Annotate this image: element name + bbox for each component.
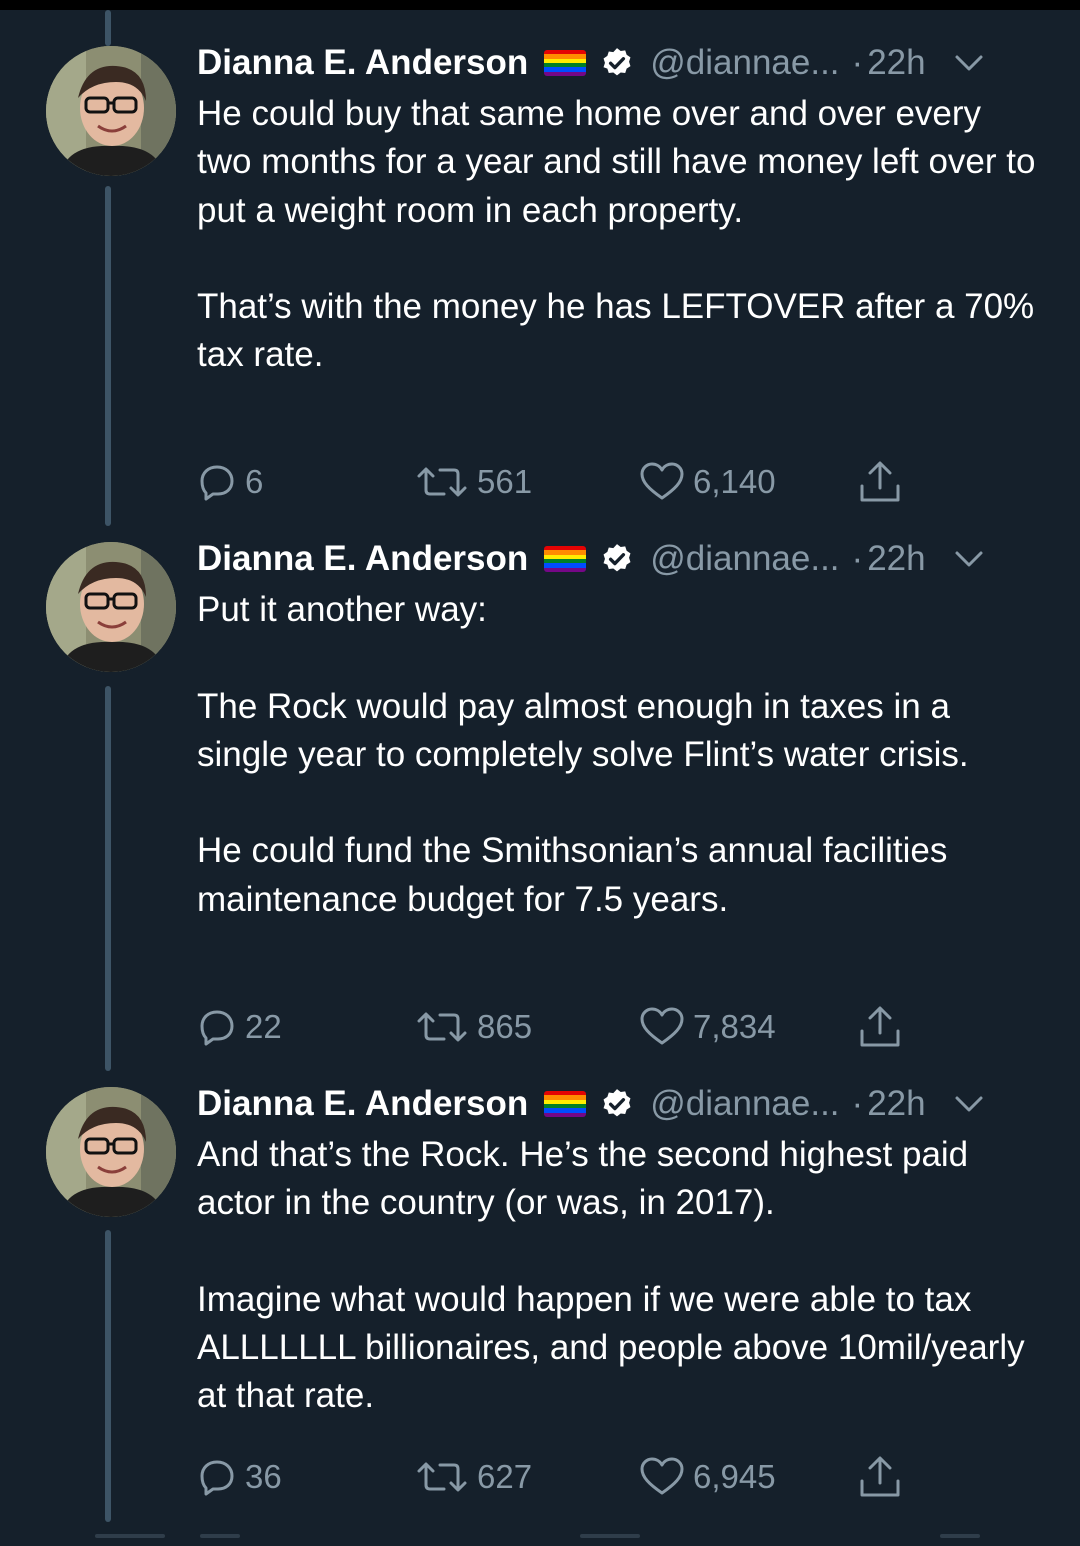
author-handle[interactable]: @diannae...	[650, 1084, 839, 1124]
reply-count: 22	[245, 1008, 282, 1045]
author-handle[interactable]: @diannae...	[650, 43, 839, 83]
retweet-button[interactable]: 865	[415, 1002, 532, 1052]
author-handle[interactable]: @diannae...	[650, 539, 839, 579]
retweet-count: 865	[477, 1008, 533, 1045]
reply-icon	[200, 1010, 234, 1046]
tweet[interactable]: Dianna E. Anderson @diannae... · 22h He …	[0, 40, 1080, 510]
retweet-icon	[417, 1462, 467, 1492]
share-button[interactable]	[857, 1002, 903, 1052]
tweet-actions: 6 561 6,140	[197, 457, 957, 507]
retweet-count: 627	[477, 1458, 533, 1495]
like-button[interactable]: 6,945	[639, 1452, 776, 1502]
author-name[interactable]: Dianna E. Anderson	[197, 1084, 528, 1124]
reply-icon	[200, 465, 234, 501]
like-count: 7,834	[693, 1008, 776, 1045]
tweet-actions: 36 627 6,945	[197, 1452, 957, 1502]
timestamp[interactable]: 22h	[867, 43, 925, 83]
timestamp[interactable]: 22h	[867, 1084, 925, 1124]
separator-dot: ·	[851, 1084, 864, 1123]
tweet-paragraph: He could fund the Smithsonian’s annual f…	[197, 831, 948, 919]
author-name[interactable]: Dianna E. Anderson	[197, 43, 528, 83]
retweet-count: 561	[477, 463, 533, 500]
tweet-paragraph: He could buy that same home over and ove…	[197, 94, 1036, 230]
chevron-down-icon[interactable]	[954, 549, 984, 569]
share-button[interactable]	[857, 457, 903, 507]
retweet-icon	[417, 1012, 467, 1042]
chevron-down-icon[interactable]	[954, 1094, 984, 1114]
tweet-header: Dianna E. Anderson @diannae... · 22h	[197, 536, 1050, 582]
heart-icon	[640, 1007, 684, 1045]
retweet-button[interactable]: 627	[415, 1452, 532, 1502]
timestamp[interactable]: 22h	[867, 539, 925, 579]
retweet-button[interactable]: 561	[415, 457, 532, 507]
tweet-actions: 22 865 7,834	[197, 1002, 957, 1052]
chevron-down-icon[interactable]	[954, 53, 984, 73]
tweet-paragraph: And that’s the Rock. He’s the second hig…	[197, 1135, 969, 1223]
like-count: 6,945	[693, 1458, 776, 1495]
separator-dot: ·	[851, 539, 864, 578]
rainbow-flag-icon	[544, 546, 587, 572]
reply-count: 6	[245, 463, 264, 500]
verified-badge-icon	[603, 1089, 631, 1117]
reply-button[interactable]: 36	[197, 1452, 282, 1502]
heart-icon	[640, 462, 684, 500]
tweet-paragraph: Imagine what would happen if we were abl…	[197, 1279, 1025, 1416]
rainbow-flag-icon	[544, 1091, 587, 1117]
verified-badge-icon	[603, 544, 631, 572]
tweet[interactable]: Dianna E. Anderson @diannae... · 22h Put…	[0, 536, 1080, 1056]
avatar[interactable]	[46, 46, 176, 176]
share-icon	[860, 461, 900, 502]
tweet-header: Dianna E. Anderson @diannae... · 22h	[197, 40, 1050, 86]
tweet-header: Dianna E. Anderson @diannae... · 22h	[197, 1081, 1050, 1127]
reply-button[interactable]: 22	[197, 1002, 282, 1052]
tweet[interactable]: Dianna E. Anderson @diannae... · 22h And…	[0, 1081, 1080, 1531]
tweet-text: And that’s the Rock. He’s the second hig…	[197, 1131, 1040, 1421]
author-name[interactable]: Dianna E. Anderson	[197, 539, 528, 579]
tweet-paragraph: Put it another way:	[197, 590, 487, 629]
like-count: 6,140	[693, 463, 776, 500]
avatar-icon	[46, 1087, 176, 1217]
top-status-bar	[0, 0, 1080, 10]
like-button[interactable]: 6,140	[639, 457, 776, 507]
tweet-text: Put it another way: The Rock would pay a…	[197, 586, 1040, 924]
like-button[interactable]: 7,834	[639, 1002, 776, 1052]
tweet-paragraph: That’s with the money he has LEFTOVER af…	[197, 287, 1035, 375]
avatar-icon	[46, 542, 176, 672]
share-button[interactable]	[857, 1452, 903, 1502]
share-icon	[860, 1456, 900, 1497]
avatar[interactable]	[46, 1087, 176, 1217]
heart-icon	[640, 1457, 684, 1495]
avatar-icon	[46, 46, 176, 176]
next-tweet-cutoff	[0, 1532, 1080, 1546]
reply-count: 36	[245, 1458, 282, 1495]
separator-dot: ·	[851, 43, 864, 82]
reply-icon	[200, 1460, 234, 1496]
share-icon	[860, 1006, 900, 1047]
avatar[interactable]	[46, 542, 176, 672]
retweet-icon	[417, 467, 467, 497]
tweet-paragraph: The Rock would pay almost enough in taxe…	[197, 686, 969, 774]
rainbow-flag-icon	[544, 50, 587, 76]
verified-badge-icon	[603, 48, 631, 76]
tweet-text: He could buy that same home over and ove…	[197, 90, 1040, 380]
reply-button[interactable]: 6	[197, 457, 263, 507]
